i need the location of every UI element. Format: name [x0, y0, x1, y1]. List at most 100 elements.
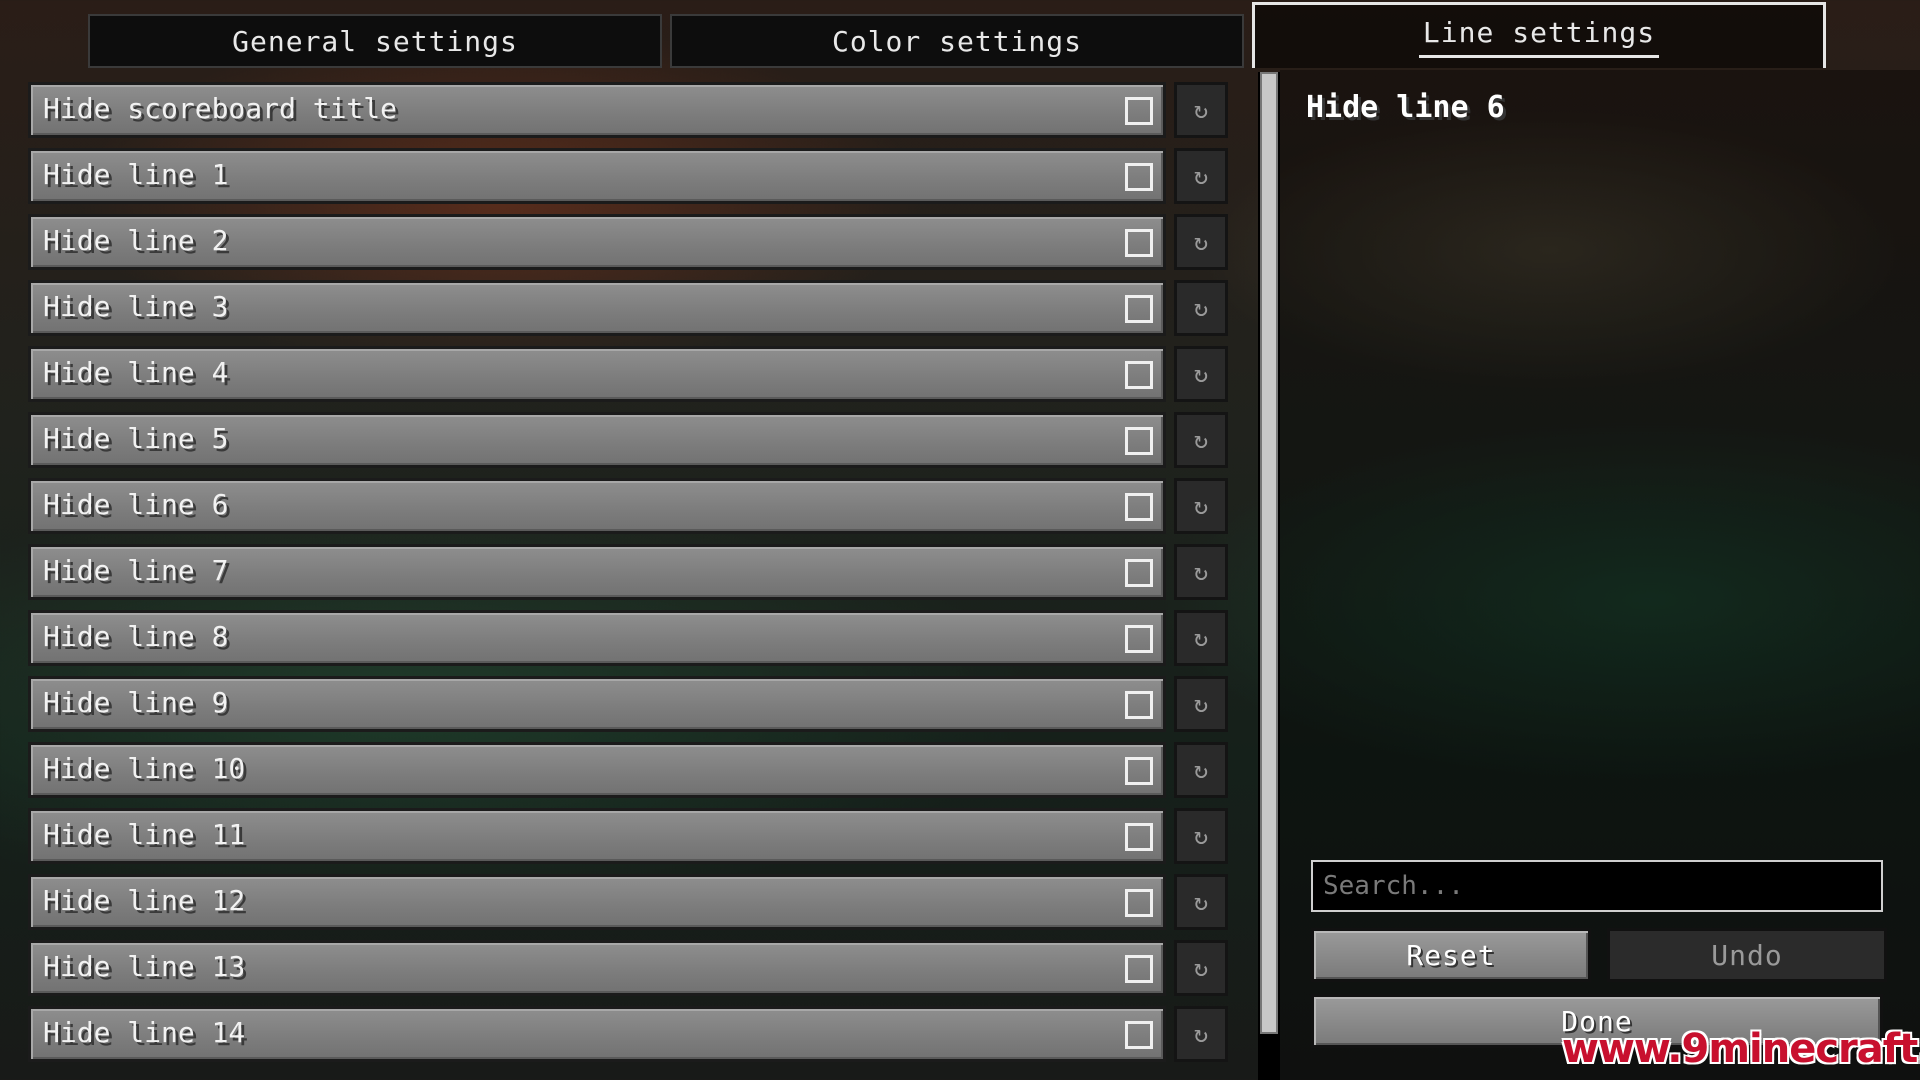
reset-icon: ↻ — [1193, 624, 1209, 652]
undo-button[interactable]: Undo — [1607, 928, 1887, 982]
setting-toggle-button[interactable]: Hide line 5 — [28, 412, 1166, 468]
reset-icon: ↻ — [1193, 558, 1209, 586]
setting-label: Hide line 11 — [43, 818, 246, 851]
reset-option-button[interactable]: ↻ — [1174, 478, 1228, 534]
setting-row[interactable]: Hide line 11 ↻ — [28, 808, 1228, 864]
setting-checkbox[interactable] — [1125, 559, 1153, 587]
setting-toggle-button[interactable]: Hide line 4 — [28, 346, 1166, 402]
setting-checkbox[interactable] — [1125, 757, 1153, 785]
setting-checkbox[interactable] — [1125, 361, 1153, 389]
reset-icon: ↻ — [1193, 492, 1209, 520]
reset-option-button[interactable]: ↻ — [1174, 676, 1228, 732]
setting-row[interactable]: Hide line 6 ↻ — [28, 478, 1228, 534]
reset-icon: ↻ — [1193, 822, 1209, 850]
setting-label: Hide line 5 — [43, 422, 229, 455]
setting-toggle-button[interactable]: Hide scoreboard title — [28, 82, 1166, 138]
setting-label: Hide line 6 — [43, 488, 229, 521]
setting-label: Hide line 2 — [43, 224, 229, 257]
setting-toggle-button[interactable]: Hide line 10 — [28, 742, 1166, 798]
setting-label: Hide line 7 — [43, 554, 229, 587]
reset-option-button[interactable]: ↻ — [1174, 742, 1228, 798]
setting-label: Hide line 14 — [43, 1016, 246, 1049]
reset-option-button[interactable]: ↻ — [1174, 874, 1228, 930]
setting-label: Hide line 9 — [43, 686, 229, 719]
setting-toggle-button[interactable]: Hide line 6 — [28, 478, 1166, 534]
reset-option-button[interactable]: ↻ — [1174, 940, 1228, 996]
scrollbar-thumb[interactable] — [1260, 72, 1278, 1034]
setting-row[interactable]: Hide line 7 ↻ — [28, 544, 1228, 600]
search-input[interactable] — [1311, 860, 1883, 912]
setting-toggle-button[interactable]: Hide line 11 — [28, 808, 1166, 864]
setting-row[interactable]: Hide line 10 ↻ — [28, 742, 1228, 798]
setting-label: Hide line 10 — [43, 752, 246, 785]
reset-option-button[interactable]: ↻ — [1174, 808, 1228, 864]
setting-toggle-button[interactable]: Hide line 13 — [28, 940, 1166, 996]
tab-label: General settings — [232, 24, 518, 58]
setting-row[interactable]: Hide line 9 ↻ — [28, 676, 1228, 732]
reset-icon: ↻ — [1193, 360, 1209, 388]
reset-icon: ↻ — [1193, 228, 1209, 256]
reset-option-button[interactable]: ↻ — [1174, 346, 1228, 402]
reset-option-button[interactable]: ↻ — [1174, 214, 1228, 270]
setting-row[interactable]: Hide line 13 ↻ — [28, 940, 1228, 996]
setting-checkbox[interactable] — [1125, 823, 1153, 851]
reset-option-button[interactable]: ↻ — [1174, 610, 1228, 666]
setting-checkbox[interactable] — [1125, 229, 1153, 257]
setting-toggle-button[interactable]: Hide line 2 — [28, 214, 1166, 270]
setting-row[interactable]: Hide line 1 ↻ — [28, 148, 1228, 204]
setting-toggle-button[interactable]: Hide line 1 — [28, 148, 1166, 204]
reset-option-button[interactable]: ↻ — [1174, 82, 1228, 138]
reset-option-button[interactable]: ↻ — [1174, 544, 1228, 600]
reset-button[interactable]: Reset — [1311, 928, 1591, 982]
setting-checkbox[interactable] — [1125, 427, 1153, 455]
setting-toggle-button[interactable]: Hide line 8 — [28, 610, 1166, 666]
reset-icon: ↻ — [1193, 426, 1209, 454]
setting-row[interactable]: Hide line 3 ↻ — [28, 280, 1228, 336]
setting-checkbox[interactable] — [1125, 163, 1153, 191]
tab-label: Line settings — [1418, 16, 1660, 58]
setting-checkbox[interactable] — [1125, 955, 1153, 983]
setting-label: Hide line 1 — [43, 158, 229, 191]
setting-row[interactable]: Hide line 5 ↻ — [28, 412, 1228, 468]
tab-general-settings[interactable]: General settings — [88, 14, 662, 68]
setting-checkbox[interactable] — [1125, 295, 1153, 323]
setting-toggle-button[interactable]: Hide line 14 — [28, 1006, 1166, 1062]
setting-checkbox[interactable] — [1125, 691, 1153, 719]
setting-toggle-button[interactable]: Hide line 3 — [28, 280, 1166, 336]
reset-icon: ↻ — [1193, 294, 1209, 322]
setting-checkbox[interactable] — [1125, 889, 1153, 917]
reset-option-button[interactable]: ↻ — [1174, 148, 1228, 204]
setting-checkbox[interactable] — [1125, 1021, 1153, 1049]
reset-icon: ↻ — [1193, 954, 1209, 982]
reset-icon: ↻ — [1193, 756, 1209, 784]
watermark-logo: www.9minecraft.net — [1562, 1026, 1920, 1072]
setting-row[interactable]: Hide line 2 ↻ — [28, 214, 1228, 270]
setting-label: Hide scoreboard title — [43, 92, 398, 125]
setting-toggle-button[interactable]: Hide line 9 — [28, 676, 1166, 732]
setting-row[interactable]: Hide line 14 ↻ — [28, 1006, 1228, 1062]
reset-option-button[interactable]: ↻ — [1174, 1006, 1228, 1062]
setting-checkbox[interactable] — [1125, 493, 1153, 521]
setting-row[interactable]: Hide line 8 ↻ — [28, 610, 1228, 666]
tab-line-settings[interactable]: Line settings — [1252, 2, 1826, 68]
reset-icon: ↻ — [1193, 96, 1209, 124]
reset-icon: ↻ — [1193, 1020, 1209, 1048]
tab-color-settings[interactable]: Color settings — [670, 14, 1244, 68]
setting-toggle-button[interactable]: Hide line 12 — [28, 874, 1166, 930]
setting-row[interactable]: Hide scoreboard title ↻ — [28, 82, 1228, 138]
setting-checkbox[interactable] — [1125, 97, 1153, 125]
detail-title: Hide line 6 — [1306, 90, 1505, 125]
reset-option-button[interactable]: ↻ — [1174, 280, 1228, 336]
reset-icon: ↻ — [1193, 162, 1209, 190]
setting-toggle-button[interactable]: Hide line 7 — [28, 544, 1166, 600]
reset-icon: ↻ — [1193, 690, 1209, 718]
setting-label: Hide line 12 — [43, 884, 246, 917]
reset-option-button[interactable]: ↻ — [1174, 412, 1228, 468]
setting-label: Hide line 4 — [43, 356, 229, 389]
reset-icon: ↻ — [1193, 888, 1209, 916]
setting-checkbox[interactable] — [1125, 625, 1153, 653]
tab-label: Color settings — [831, 24, 1082, 58]
setting-row[interactable]: Hide line 12 ↻ — [28, 874, 1228, 930]
setting-label: Hide line 13 — [43, 950, 246, 983]
setting-row[interactable]: Hide line 4 ↻ — [28, 346, 1228, 402]
